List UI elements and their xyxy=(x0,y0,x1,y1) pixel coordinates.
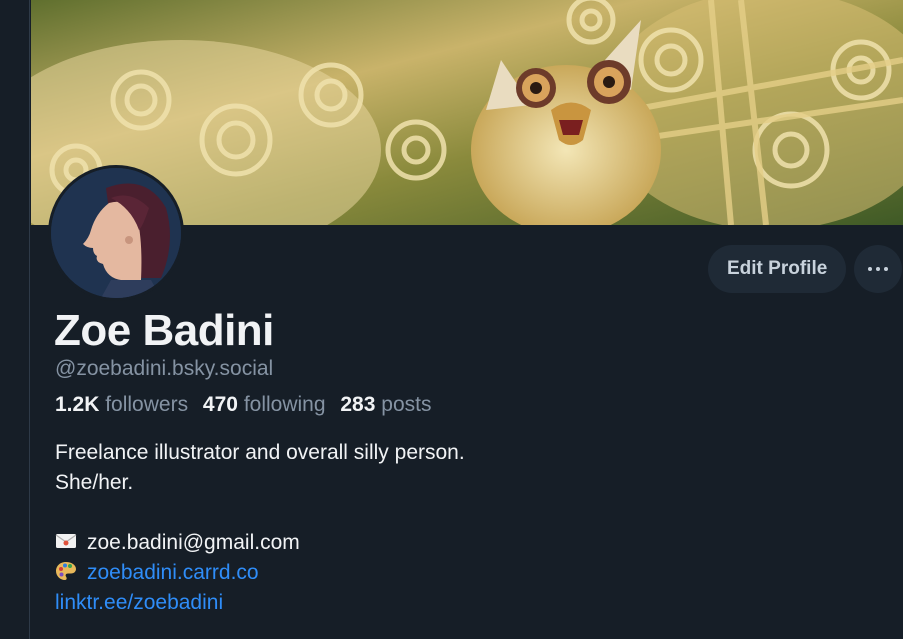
edit-profile-button[interactable]: Edit Profile xyxy=(708,245,847,293)
bio-spacer xyxy=(55,498,465,528)
ellipsis-dot xyxy=(884,267,889,271)
profile-page: Edit Profile Zoe Badini @zoebadini.bsky.… xyxy=(31,0,903,639)
profile-stats: 1.2K followers 470 following 283 posts xyxy=(55,393,431,417)
artist-palette-emoji-icon xyxy=(56,562,76,580)
followers-count: 1.2K xyxy=(55,393,100,416)
website-link[interactable]: zoebadini.carrd.co xyxy=(87,561,259,584)
posts-stat: 283 posts xyxy=(340,393,431,416)
left-rail xyxy=(0,0,30,639)
bio-line: She/her. xyxy=(55,471,134,494)
posts-label: posts xyxy=(381,393,432,416)
following-count: 470 xyxy=(202,393,238,416)
email-text: zoe.badini@gmail.com xyxy=(87,531,300,554)
ellipsis-icon xyxy=(868,267,873,271)
envelope-emoji-icon xyxy=(55,534,77,548)
profile-bio: Freelance illustrator and overall silly … xyxy=(55,438,465,618)
followers-stat[interactable]: 1.2K followers xyxy=(55,393,188,416)
bio-line: Freelance illustrator and overall silly … xyxy=(55,441,465,464)
ellipsis-dot xyxy=(876,267,881,271)
following-label: following xyxy=(243,393,326,416)
posts-count: 283 xyxy=(340,393,376,416)
display-name: Zoe Badini xyxy=(54,306,274,355)
bio-email-line: zoe.badini@gmail.com xyxy=(55,528,465,558)
followers-label: followers xyxy=(105,393,189,416)
avatar[interactable] xyxy=(48,165,184,301)
profile-actions: Edit Profile xyxy=(708,245,903,293)
following-stat[interactable]: 470 following xyxy=(203,393,326,416)
profile-handle[interactable]: @zoebadini.bsky.social xyxy=(55,357,273,381)
linktree-link[interactable]: linktr.ee/zoebadini xyxy=(55,591,223,614)
more-options-button[interactable] xyxy=(854,245,903,293)
bio-website-line: zoebadini.carrd.co xyxy=(55,558,465,588)
bio-linktree-line: linktr.ee/zoebadini xyxy=(55,588,465,618)
